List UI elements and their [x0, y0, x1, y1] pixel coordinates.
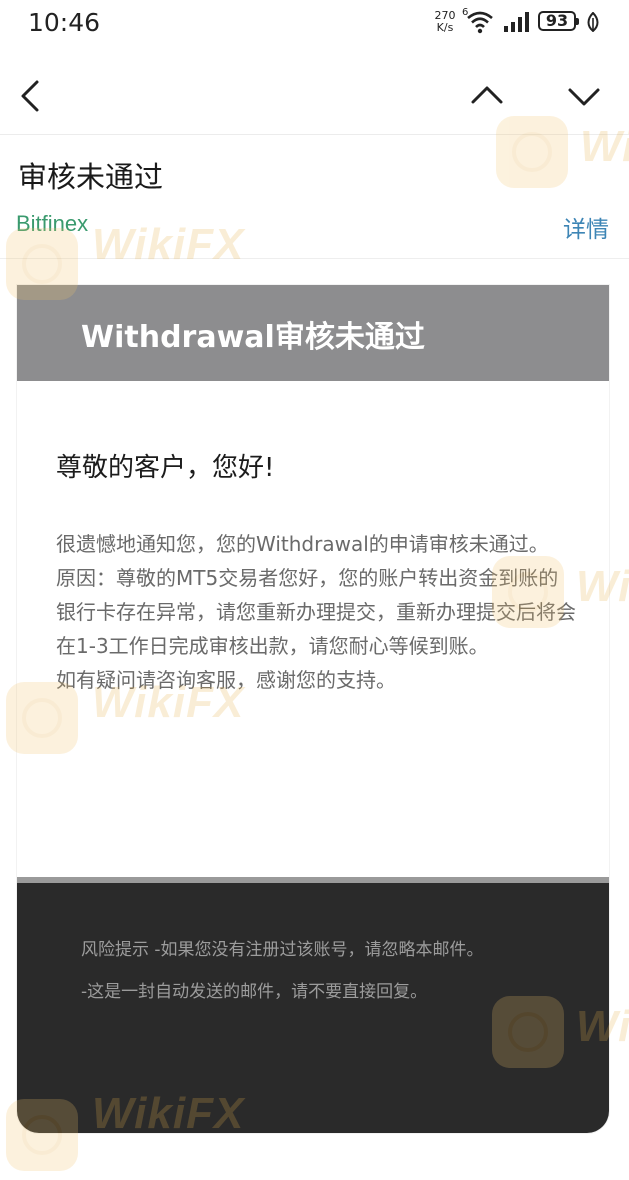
watermark-text: WikiFX	[92, 220, 245, 269]
email-message: 很遗憾地通知您，您的Withdrawal的申请审核未通过。 原因：尊敬的MT5交…	[56, 527, 576, 697]
email-footer: 风险提示 -如果您没有注册过该账号，请忽略本邮件。 -这是一封自动发送的邮件，请…	[17, 877, 609, 1133]
status-time: 10:46	[28, 8, 101, 37]
chevron-down-icon[interactable]	[562, 74, 606, 118]
battery-icon: 93	[538, 11, 579, 31]
email-paragraph: 很遗憾地通知您，您的Withdrawal的申请审核未通过。	[56, 532, 549, 556]
footer-risk-notice: 风险提示 -如果您没有注册过该账号，请忽略本邮件。	[81, 940, 484, 960]
email-header-title: Withdrawal审核未通过	[81, 320, 425, 355]
chevron-up-icon[interactable]	[465, 74, 509, 118]
network-speed: 270 K/s	[430, 10, 460, 34]
email-paragraph: 如有疑问请咨询客服，感谢您的支持。	[56, 668, 396, 692]
mail-subject: 审核未通过	[18, 160, 164, 194]
mail-sender[interactable]: Bitfinex	[16, 211, 88, 237]
wifi-icon	[467, 11, 493, 34]
email-body-card: Withdrawal审核未通过 尊敬的客户，您好! 很遗憾地通知您，您的With…	[17, 285, 609, 1133]
footer-auto-notice: -这是一封自动发送的邮件，请不要直接回复。	[81, 982, 428, 1002]
email-header-banner: Withdrawal审核未通过	[17, 285, 609, 381]
signal-icon	[504, 12, 529, 32]
email-paragraph: 原因：尊敬的MT5交易者您好，您的账户转出资金到账的银行卡存在异常，请您重新办理…	[56, 566, 576, 658]
divider	[0, 258, 629, 259]
top-navigation-bar	[0, 60, 629, 135]
network-speed-unit: K/s	[436, 21, 454, 34]
email-greeting: 尊敬的客户，您好!	[56, 453, 275, 483]
details-link[interactable]: 详情	[563, 210, 609, 244]
leaf-icon	[587, 12, 599, 32]
back-icon[interactable]	[8, 74, 52, 118]
status-bar: 10:46 270 K/s 6 93	[0, 0, 629, 50]
